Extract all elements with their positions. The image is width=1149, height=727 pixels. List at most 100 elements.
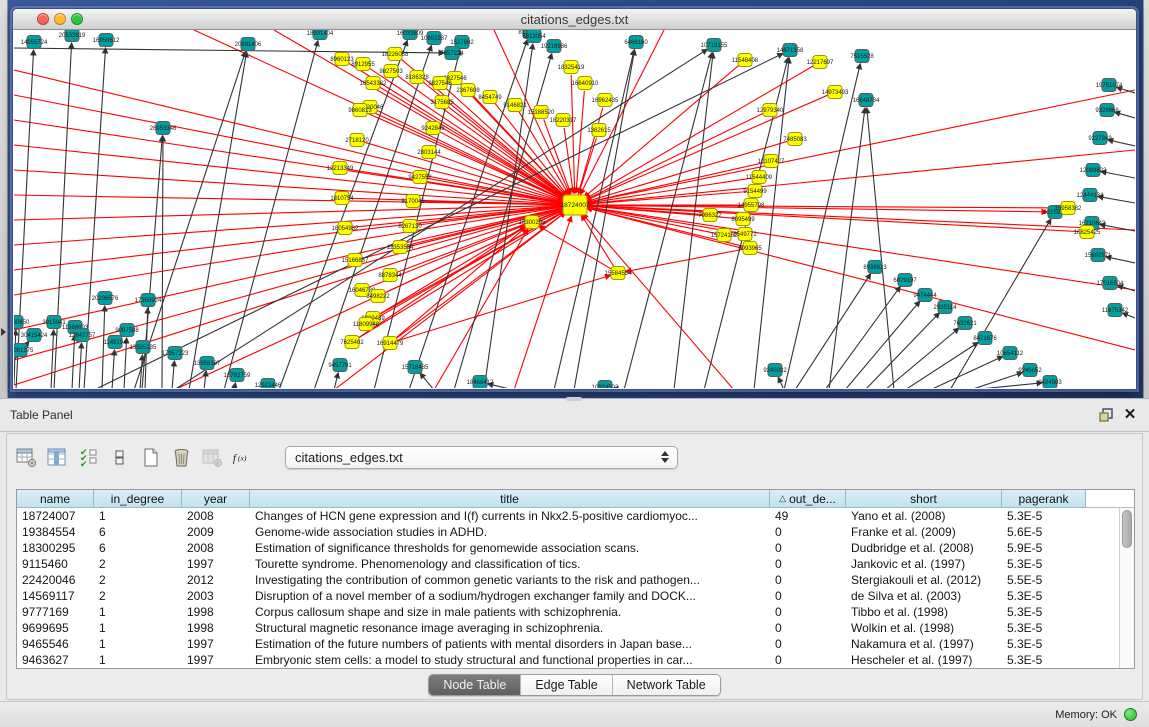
graph-node[interactable]: 9457791	[328, 359, 352, 372]
graph-node[interactable]: 3175685	[430, 96, 454, 109]
graph-node[interactable]: 18226058	[382, 48, 409, 61]
graph-node[interactable]: 18466412	[467, 376, 494, 389]
table-row[interactable]: 1456911722003Disruption of a novel membe…	[17, 588, 1134, 604]
graph-node[interactable]: 8471676	[973, 332, 997, 345]
graph-node[interactable]: 14055724	[21, 36, 48, 49]
select-columns-icon[interactable]: ✔✔✔	[77, 446, 99, 468]
graph-node[interactable]: 11544409	[746, 171, 773, 184]
graph-node[interactable]: 12923446	[255, 379, 282, 389]
graph-node[interactable]: 8938923	[863, 261, 887, 274]
graph-node[interactable]: 6879197	[893, 274, 917, 287]
graph-node[interactable]: 9245652	[1018, 364, 1042, 377]
graph-node[interactable]: 17957223	[162, 347, 189, 360]
column-header-year[interactable]: year	[182, 490, 250, 508]
graph-node[interactable]: 15692971	[1085, 249, 1112, 262]
graph-node[interactable]: 30415424	[21, 329, 48, 342]
close-icon[interactable]: ✕	[1121, 406, 1139, 424]
graph-node[interactable]: 10107427	[758, 155, 785, 168]
graph-node[interactable]: 9170046	[401, 195, 425, 208]
window-titlebar[interactable]: citations_edges.txt	[13, 9, 1136, 30]
table-settings-icon[interactable]	[15, 446, 37, 468]
graph-node[interactable]: 20206576	[92, 292, 119, 305]
table-row[interactable]: 1872400712008Changes of HCN gene express…	[17, 508, 1134, 524]
graph-node[interactable]: 12093822	[1080, 164, 1107, 177]
table-row[interactable]: 969969511998Structural magnetic resonanc…	[17, 620, 1134, 636]
graph-node[interactable]: 11675342	[1102, 304, 1129, 317]
graph-node[interactable]: 9329966	[1095, 104, 1119, 117]
tab-node-table[interactable]: Node Table	[429, 675, 521, 695]
rows-icon[interactable]	[108, 446, 130, 468]
graph-node[interactable]: 2718120	[345, 134, 369, 147]
graph-node[interactable]: 19218986	[541, 40, 568, 53]
graph-node[interactable]: 12217697	[807, 56, 834, 69]
delete-icon[interactable]	[170, 446, 192, 468]
delete-table-icon[interactable]: x	[201, 446, 223, 468]
graph-node[interactable]: 7485083	[783, 133, 807, 146]
graph-node[interactable]: 7625402	[340, 336, 364, 349]
network-canvas[interactable]: 1405572420533819169506122069140618931404…	[14, 30, 1135, 388]
graph-node[interactable]: 6466160	[624, 36, 648, 49]
graph-node[interactable]: 10719155	[701, 39, 728, 52]
graph-node[interactable]: 16950612	[93, 34, 120, 47]
graph-node[interactable]: 13958187	[194, 357, 221, 370]
float-window-icon[interactable]	[1097, 406, 1115, 424]
graph-node[interactable]: 9424503	[1038, 376, 1062, 389]
tab-network-table[interactable]: Network Table	[613, 675, 720, 695]
column-header-out_de[interactable]: △out_de...	[770, 490, 846, 508]
graph-node[interactable]: 16648784	[853, 94, 880, 107]
table-row[interactable]: 2242004622012Investigating the contribut…	[17, 572, 1134, 588]
graph-node[interactable]: 8878344	[378, 269, 402, 282]
graph-node[interactable]: 16543382	[360, 77, 387, 90]
column-header-in_degree[interactable]: in_degree	[94, 490, 182, 508]
graph-node[interactable]: 15166857	[342, 254, 369, 267]
graph-node[interactable]: 9245032	[763, 364, 787, 377]
graph-node[interactable]: 8912955	[351, 58, 375, 71]
graph-node[interactable]: 8186328	[405, 71, 429, 84]
graph-node[interactable]: 7515528	[850, 50, 874, 63]
graph-node[interactable]: 17359924	[135, 294, 162, 307]
node-table[interactable]: namein_degreeyeartitle△out_de...shortpag…	[16, 489, 1135, 669]
graph-node[interactable]: 18724007	[561, 195, 590, 215]
graph-node[interactable]: 13505135	[130, 341, 157, 354]
vertical-scrollbar[interactable]	[1119, 508, 1134, 668]
graph-node[interactable]: 2367608	[456, 84, 480, 97]
graph-node[interactable]: 14955798	[738, 199, 765, 212]
graph-node[interactable]: 8454749	[478, 91, 502, 104]
graph-node[interactable]: 26053346	[150, 122, 177, 135]
graph-node[interactable]: 20533819	[59, 30, 86, 42]
graph-node[interactable]: 2803144	[417, 146, 441, 159]
graph-node[interactable]: 15188520	[528, 106, 555, 119]
graph-node[interactable]: 11548408	[732, 54, 759, 67]
new-document-icon[interactable]	[139, 446, 161, 468]
column-header-name[interactable]: name	[17, 490, 94, 508]
graph-node[interactable]: 9474444	[913, 289, 937, 302]
table-row[interactable]: 946554611997Estimation of the future num…	[17, 636, 1134, 652]
graph-node[interactable]: 16914479	[377, 337, 404, 350]
scrollbar-thumb[interactable]	[1122, 510, 1132, 548]
graph-node[interactable]: 1145194	[104, 336, 128, 349]
graph-node[interactable]: 10924502	[592, 381, 619, 389]
graph-node[interactable]: 18325419	[558, 61, 585, 74]
graph-node[interactable]: 9827503	[379, 65, 403, 78]
column-header-title[interactable]: title	[250, 490, 770, 508]
graph-node[interactable]: 16962435	[592, 94, 619, 107]
graph-node[interactable]: 16782759	[224, 369, 251, 382]
graph-node[interactable]: 15718485	[402, 361, 429, 374]
column-header-short[interactable]: short	[846, 490, 1002, 508]
graph-node[interactable]: 16640910	[572, 77, 599, 90]
graph-node[interactable]: 15584554	[605, 267, 632, 280]
table-row[interactable]: 911546021997Tourette syndrome. Phenomeno…	[17, 556, 1134, 572]
graph-node[interactable]: 19751074	[1096, 79, 1123, 92]
column-header-pagerank[interactable]: pagerank	[1002, 490, 1086, 508]
function-builder-icon[interactable]: f(x)	[232, 446, 254, 468]
tab-edge-table[interactable]: Edge Table	[521, 675, 612, 695]
memory-status-icon[interactable]	[1124, 708, 1137, 721]
table-row[interactable]: 1830029562008Estimation of significance …	[17, 540, 1134, 556]
graph-node[interactable]: 7632621	[953, 317, 977, 330]
graph-node[interactable]: 20691406	[235, 38, 262, 51]
graph-node[interactable]: 59051375	[14, 344, 34, 357]
table-row[interactable]: 1938455462009Genome-wide association stu…	[17, 524, 1134, 540]
graph-node[interactable]: 12444134	[1077, 189, 1104, 202]
graph-node[interactable]: 1362615	[587, 124, 611, 137]
graph-node[interactable]: 10653287	[421, 32, 448, 45]
